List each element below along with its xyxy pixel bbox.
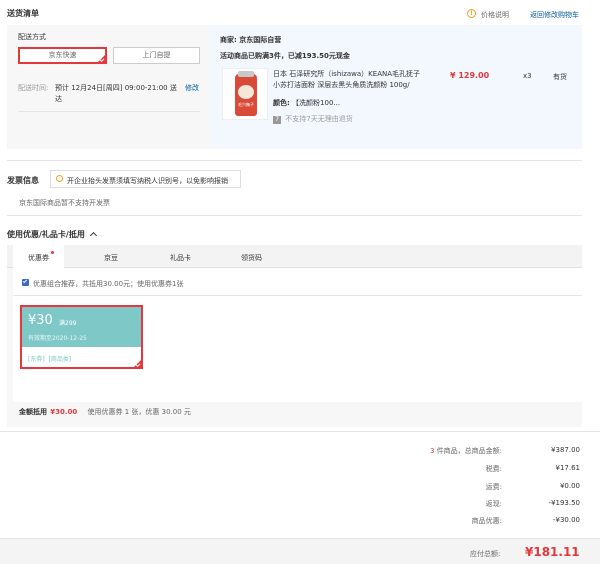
summary-shipping-value: ¥0.00 (559, 482, 580, 490)
chevron-up-icon (89, 231, 97, 240)
delivery-divider (18, 111, 200, 112)
product-bottle-cap (238, 71, 254, 77)
deduct-amount: ¥30.00 (50, 408, 78, 416)
deduct-label: 金额抵用 (19, 408, 47, 416)
summary-tax-value: ¥17.61 (555, 464, 581, 472)
section-divider (7, 215, 582, 216)
back-to-cart-link[interactable]: 返回修改购物车 (530, 10, 579, 20)
tabs-bar (7, 245, 582, 268)
product-image[interactable]: 毛穴撫子 (222, 68, 268, 120)
payable-label: 应付总额: (470, 550, 501, 558)
recommend-text: 优惠组合推荐，共抵用30.00元；使用优惠券1张 (33, 280, 184, 288)
payable-value: ¥181.11 (525, 545, 580, 559)
product-bottle-text: 毛穴撫子 (238, 102, 254, 107)
summary-shipping-label: 运费: (485, 483, 502, 491)
tab-coupons[interactable]: 优惠券 (28, 253, 49, 263)
summary-discount-label: 商品优惠: (471, 517, 502, 525)
coupon-list-area: 优惠组合推荐，共抵用30.00元；使用优惠券1张 ¥30 满299 有效期至20… (13, 268, 582, 402)
price-info-icon[interactable]: ! (467, 9, 476, 18)
tab-dot-badge (51, 251, 54, 254)
recommend-checkbox[interactable] (22, 278, 29, 286)
delivery-time-value: 预计 12月24日[周四] 09:00-21:00 送达 (55, 84, 177, 103)
summary-total-label: 3 件商品，总商品金额: (430, 446, 502, 456)
promo-text: 活动商品已购满3件，已减193.50元现金 (220, 52, 350, 60)
lightbulb-icon (56, 175, 63, 182)
product-color-value: 【洗颜粉100... (292, 99, 341, 107)
coupon-condition: 满299 (59, 320, 77, 327)
product-name[interactable]: 日本 石泽研究所（ishizawa）KEANA毛孔抚子小苏打洁面粉 深层去黑头角… (273, 69, 421, 91)
selected-check-icon (98, 55, 105, 62)
product-color: 颜色: 【洗颜粉100... (273, 98, 340, 108)
delivery-option-express[interactable]: 京东快速 (18, 47, 107, 64)
delivery-time-label: 配送时间: (18, 84, 49, 92)
product-panel: 商家: 京东国际自营 活动商品已购满3件，已减193.50元现金 毛穴撫子 日本… (210, 25, 582, 149)
summary-discount-value: -¥30.00 (552, 516, 580, 524)
return-policy: 7 不支持7天无理由退货 (273, 114, 353, 124)
summary-row-total: 3 件商品，总商品金额: ¥387.00 (380, 446, 580, 458)
product-stock: 有货 (553, 73, 567, 81)
product-bottle-face (238, 85, 254, 99)
merchant-name: 京东国际自营 (239, 36, 282, 44)
delivery-heading: 配送方式 (18, 33, 46, 41)
delivery-option-pickup[interactable]: 上门自提 (113, 47, 200, 64)
summary-row-rebate: 返现: -¥193.50 (380, 499, 580, 511)
product-qty: x3 (523, 72, 532, 80)
modify-delivery-link[interactable]: 修改 (185, 83, 199, 93)
summary-row-tax: 税费: ¥17.61 (380, 464, 580, 476)
invoice-title: 发票信息 (7, 176, 39, 185)
invoice-tip-text: 开企业抬头发票须填写纳税人识别号，以免影响报销 (67, 177, 228, 185)
coupon-expire: 有效期至2020-12-25 (28, 335, 87, 342)
summary-item-count: 3 (429, 447, 435, 455)
merchant-info: 商家: 京东国际自营 (220, 35, 281, 45)
summary-count-suffix: 件商品，总商品金额: (436, 447, 502, 455)
summary-total-value: ¥387.00 (551, 446, 580, 454)
summary-row-shipping: 运费: ¥0.00 (380, 482, 580, 494)
return-policy-text: 不支持7天无理由退货 (285, 115, 353, 123)
merchant-label: 商家: (220, 36, 237, 44)
payable-bar (0, 538, 600, 564)
coupon-amount: ¥30 (28, 313, 53, 328)
delivery-option-express-label: 京东快速 (48, 51, 77, 59)
checkbox-check-icon (22, 278, 28, 284)
coupon-card[interactable]: ¥30 满299 有效期至2020-12-25 [东券] [商品类] (20, 305, 143, 369)
tab-gift-card[interactable]: 礼品卡 (170, 253, 191, 263)
page-title: 送货清单 (7, 9, 39, 18)
coupons-title-text: 使用优惠/礼品卡/抵用 (7, 230, 85, 239)
invoice-tip-box: 开企业抬头发票须填写纳税人识别号，以免影响报销 (50, 170, 241, 188)
delivery-option-pickup-label: 上门自提 (142, 51, 171, 59)
delivery-panel: 配送方式 京东快速 上门自提 配送时间: 预计 12月24日[周四] 09:00… (7, 25, 210, 149)
deduct-row: 金额抵用 ¥30.00 使用优惠券 1 张，优惠 30.00 元 (19, 407, 191, 417)
product-price: ¥ 129.00 (450, 71, 490, 80)
summary-divider (0, 431, 600, 432)
coupon-list-divider (13, 295, 582, 296)
price-note-link[interactable]: 价格说明 (481, 10, 509, 20)
coupons-title[interactable]: 使用优惠/礼品卡/抵用 (7, 229, 97, 240)
summary-row-discount: 商品优惠: -¥30.00 (380, 516, 580, 528)
coupon-selected-check-icon (134, 360, 141, 367)
coupon-tags: [东券] [商品类] (28, 356, 72, 363)
invoice-note: 京东国际商品暂不支持开发票 (19, 199, 110, 207)
tab-redeem-code[interactable]: 领货码 (241, 253, 262, 263)
summary-rebate-label: 返现: (485, 500, 502, 508)
summary-tax-label: 税费: (485, 465, 502, 473)
tab-jingdou[interactable]: 京豆 (104, 253, 118, 263)
deduct-desc: 使用优惠券 1 张，优惠 30.00 元 (87, 408, 191, 416)
section-divider (7, 160, 582, 161)
product-color-label: 颜色: (273, 99, 290, 107)
return-policy-icon: 7 (273, 116, 281, 124)
summary-rebate-value: -¥193.50 (548, 499, 580, 507)
